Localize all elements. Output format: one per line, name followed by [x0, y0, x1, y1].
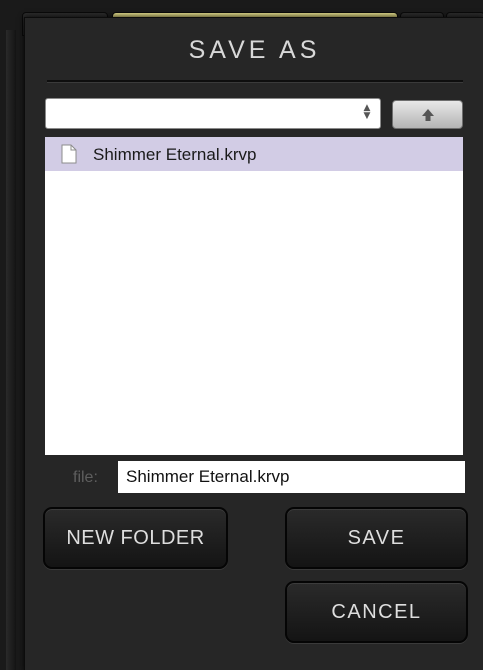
- background-side-panel: [6, 30, 16, 670]
- file-list[interactable]: Shimmer Eternal.krvp: [45, 137, 463, 455]
- dialog-title: SAVE AS: [188, 36, 321, 64]
- list-item[interactable]: Shimmer Eternal.krvp: [45, 137, 463, 171]
- document-icon: [61, 144, 77, 164]
- file-name-input[interactable]: [118, 461, 465, 493]
- list-item-label: Shimmer Eternal.krvp: [93, 145, 257, 164]
- new-folder-button[interactable]: NEW FOLDER: [43, 507, 228, 569]
- file-label: file:: [73, 469, 98, 486]
- updown-arrows-icon: ▲ ▼: [363, 103, 371, 121]
- save-as-dialog: SAVE AS ▲▼ Shimmer Eternal.krvp file: NE…: [24, 17, 483, 670]
- cancel-button[interactable]: CANCEL: [285, 581, 468, 643]
- title-divider: [47, 80, 463, 83]
- parent-folder-button[interactable]: [392, 100, 463, 129]
- save-button[interactable]: SAVE: [285, 507, 468, 569]
- up-arrow-icon: [422, 109, 434, 121]
- host-window: SAVE AS ▲▼ Shimmer Eternal.krvp file: NE…: [0, 0, 483, 670]
- path-select[interactable]: ▲ ▼: [45, 98, 381, 129]
